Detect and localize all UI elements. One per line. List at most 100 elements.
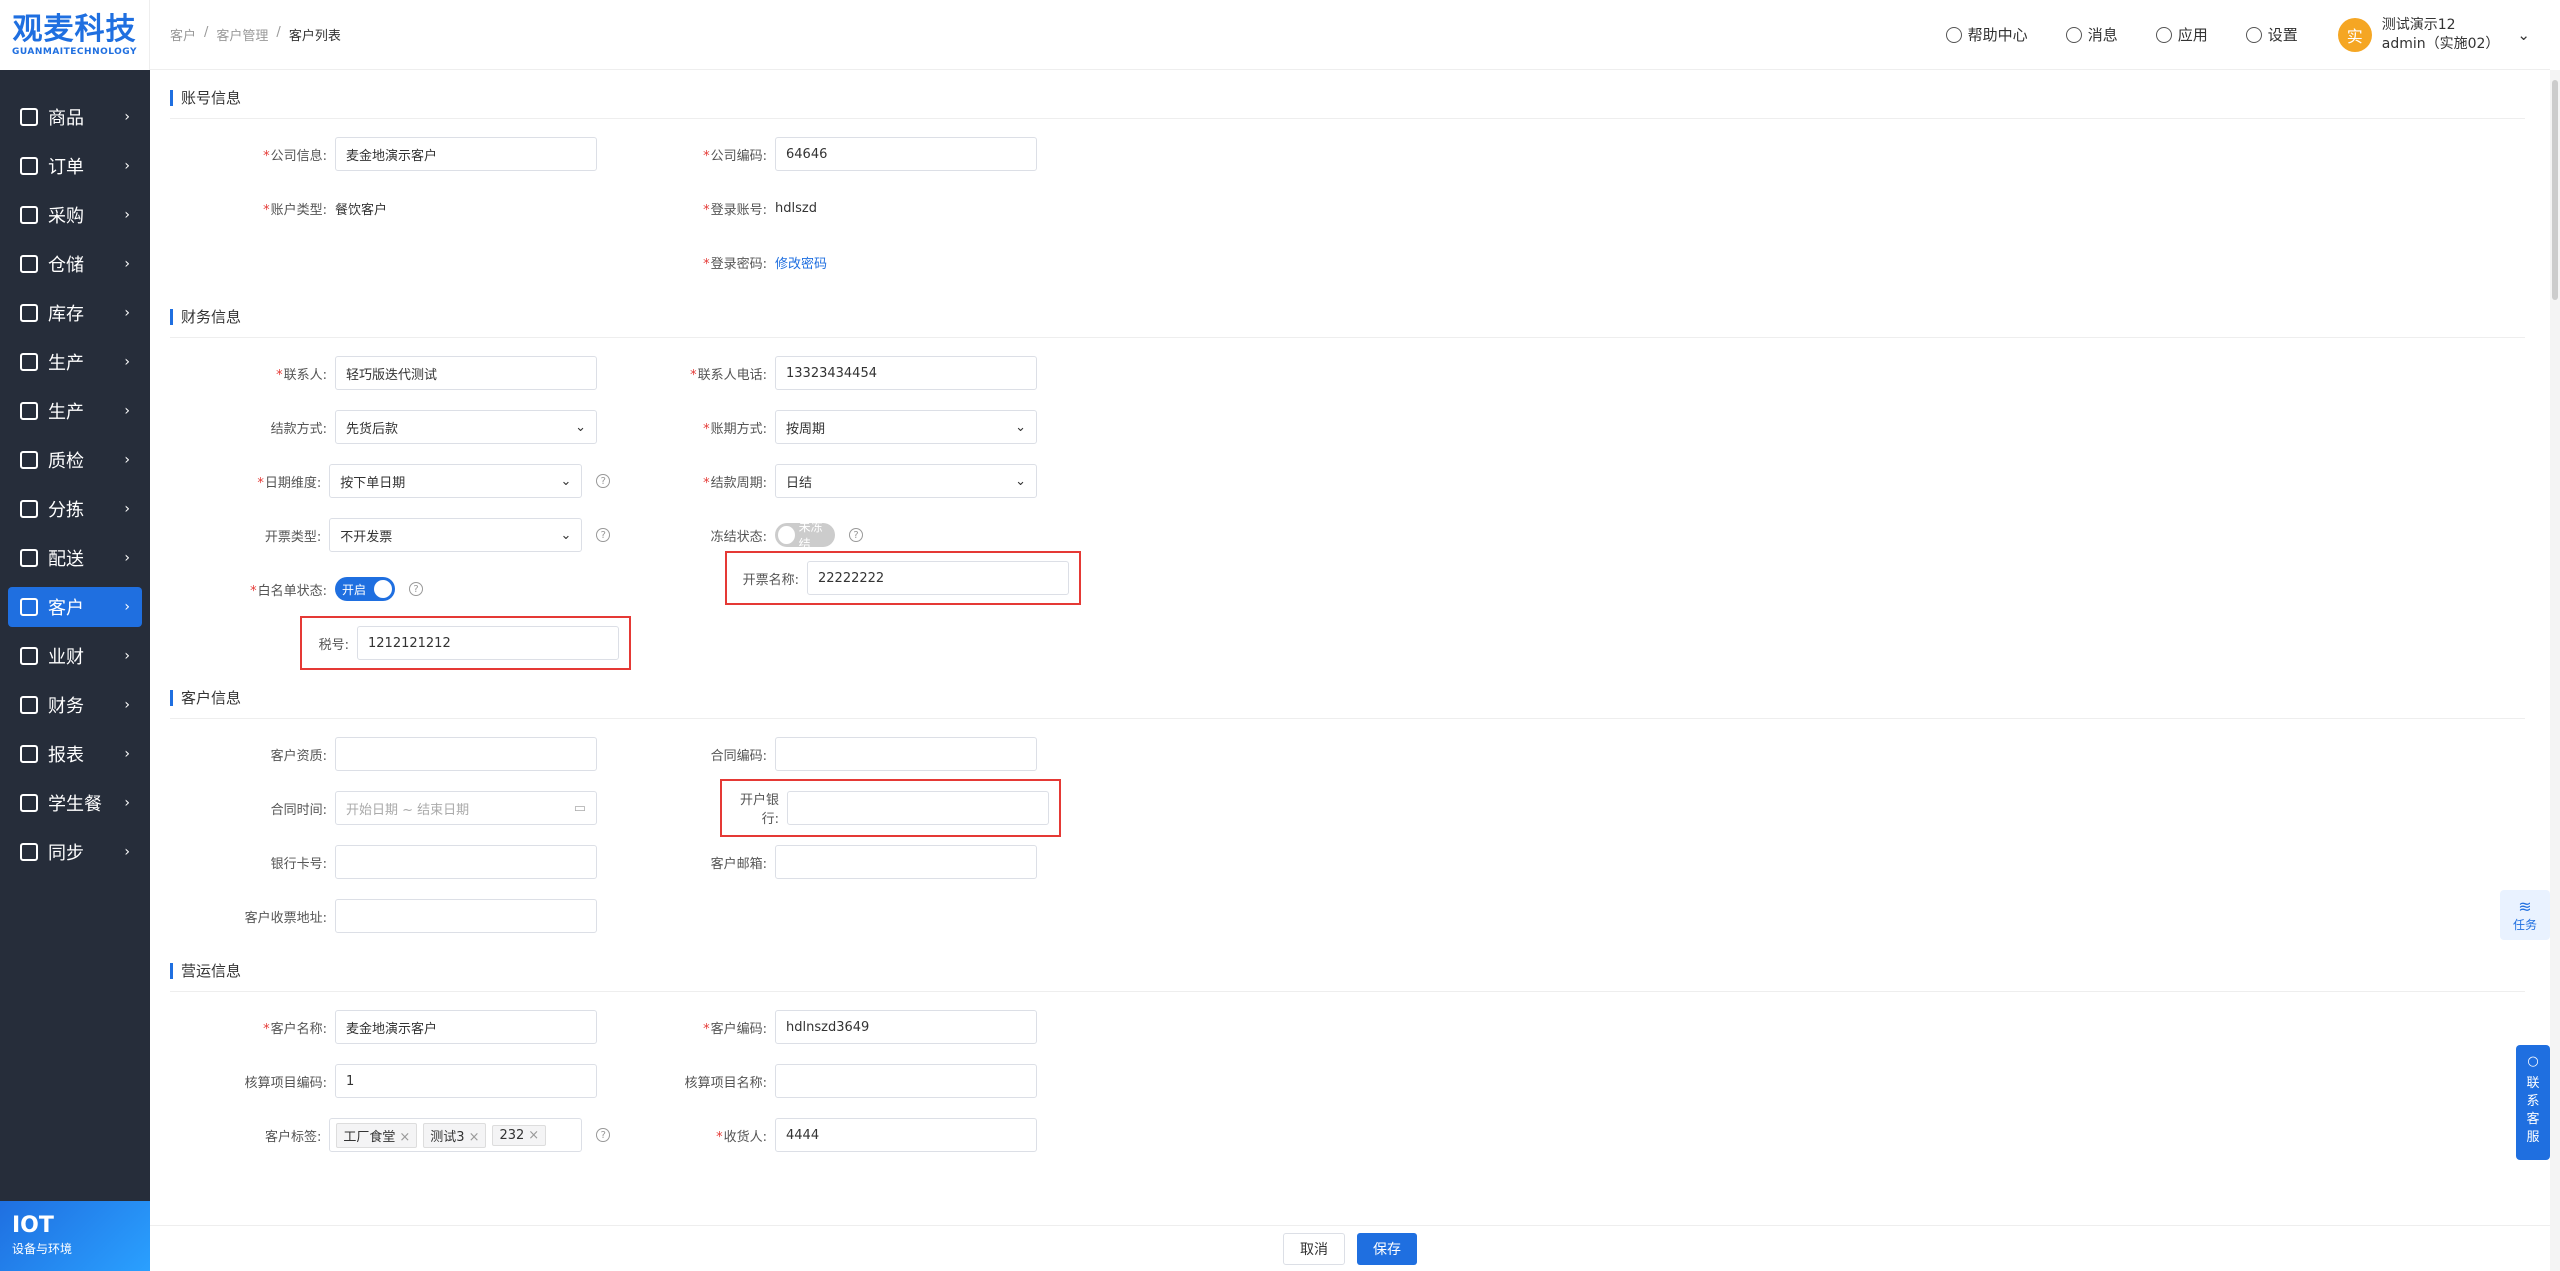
messages-button[interactable]: 消息	[2065, 24, 2118, 45]
sidebar-item-delivery[interactable]: 配送 ›	[8, 538, 142, 578]
chevron-right-icon: ›	[124, 403, 130, 419]
bank-card-input[interactable]	[335, 845, 597, 879]
chart-icon	[20, 647, 38, 665]
operation-section: 营运信息 *客户名称: 麦金地演示客户 *客户编码: hdlnszd3649 核算项…	[170, 963, 2525, 1152]
email-label: 客户邮箱:	[710, 856, 767, 872]
project-name-input[interactable]	[775, 1064, 1037, 1098]
invoice-name-highlight: 开票名称: 22222222	[725, 551, 1081, 605]
company-code-input[interactable]: 64646	[775, 137, 1037, 171]
change-password-link[interactable]: 修改密码	[775, 253, 827, 272]
settings-button[interactable]: 设置	[2245, 24, 2298, 45]
account-section: 账号信息 *公司信息: 麦金地演示客户 *公司编码: 64646 *账户类型: 餐饮客…	[170, 90, 2525, 279]
company-info-label: 公司信息:	[270, 148, 327, 164]
tax-number-highlight: 税号: 1212121212	[300, 616, 631, 670]
sidebar-item-customer[interactable]: 客户 ›	[8, 587, 142, 627]
close-icon[interactable]: ×	[469, 1130, 480, 1145]
chevron-right-icon: ›	[124, 795, 130, 811]
divider	[170, 991, 2525, 992]
customer-name-input[interactable]: 麦金地演示客户	[335, 1010, 597, 1044]
breadcrumb-customer-mgmt[interactable]: 客户管理	[216, 25, 268, 44]
chevron-right-icon: ›	[124, 354, 130, 370]
freeze-status-toggle[interactable]: 未冻结	[775, 520, 835, 551]
customer-code-label: 客户编码:	[710, 1021, 767, 1037]
sidebar-item-stock[interactable]: 库存 ›	[8, 293, 142, 333]
sidebar-item-purchase[interactable]: 采购 ›	[8, 195, 142, 235]
sidebar-item-student-meal[interactable]: 学生餐 ›	[8, 783, 142, 823]
close-icon[interactable]: ×	[399, 1130, 410, 1145]
date-dimension-select[interactable]: 按下单日期 ⌄	[329, 464, 583, 498]
sync-icon	[20, 843, 38, 861]
sidebar-item-production[interactable]: 生产 ›	[8, 342, 142, 382]
apps-button[interactable]: 应用	[2155, 24, 2208, 45]
invoice-name-input[interactable]: 22222222	[807, 561, 1069, 595]
phone-input[interactable]: 13323434454	[775, 356, 1037, 390]
email-input[interactable]	[775, 845, 1037, 879]
contract-date-range-picker[interactable]: 开始日期 ~ 结束日期 ▭	[335, 791, 597, 825]
question-icon[interactable]: ?	[596, 1128, 610, 1142]
contract-code-label: 合同编码:	[710, 748, 767, 764]
contract-code-input[interactable]	[775, 737, 1037, 771]
user-info[interactable]: 测试演示12 admin（实施02）	[2382, 16, 2500, 54]
invoice-address-label: 客户收票地址:	[244, 910, 327, 926]
finance-icon	[20, 696, 38, 714]
customer-section: 客户信息 客户资质: 合同编码: 合同时间: 开始日期 ~ 结束日期 ▭ 开户银行:…	[170, 690, 2525, 933]
contact-service-button[interactable]: ○ 联 系 客 服	[2516, 1045, 2550, 1160]
login-account-value: hdlszd	[775, 200, 817, 216]
project-code-input[interactable]: 1	[335, 1064, 597, 1098]
pay-method-select[interactable]: 先货后款 ⌄	[335, 410, 597, 444]
help-center-button[interactable]: 帮助中心	[1945, 24, 2028, 45]
breadcrumb-customer[interactable]: 客户	[170, 25, 196, 44]
tax-number-label: 税号:	[318, 637, 349, 653]
customer-code-input[interactable]: hdlnszd3649	[775, 1010, 1037, 1044]
chevron-right-icon: ›	[124, 599, 130, 615]
project-code-label: 核算项目编码:	[244, 1075, 327, 1091]
sidebar-item-goods[interactable]: 商品 ›	[8, 97, 142, 137]
bank-input[interactable]	[787, 791, 1049, 825]
close-icon[interactable]: ×	[528, 1128, 539, 1143]
sidebar-item-reports[interactable]: 报表 ›	[8, 734, 142, 774]
chevron-down-icon[interactable]: ⌄	[2517, 26, 2530, 44]
sidebar-item-orders[interactable]: 订单 ›	[8, 146, 142, 186]
avatar[interactable]: 实	[2337, 17, 2372, 52]
sidebar-item-production-2[interactable]: 生产 ›	[8, 391, 142, 431]
settle-cycle-select[interactable]: 日结 ⌄	[775, 464, 1037, 498]
grid-icon	[20, 108, 38, 126]
period-method-select[interactable]: 按周期 ⌄	[775, 410, 1037, 444]
tax-number-input[interactable]: 1212121212	[357, 626, 619, 660]
sidebar-item-business-finance[interactable]: 业财 ›	[8, 636, 142, 676]
sidebar-item-sorting[interactable]: 分拣 ›	[8, 489, 142, 529]
qualification-input[interactable]	[335, 737, 597, 771]
chat-icon: ○	[2527, 1054, 2539, 1069]
question-icon[interactable]: ?	[849, 528, 863, 542]
chevron-down-icon: ⌄	[575, 419, 586, 435]
bell-icon	[2065, 26, 2082, 43]
receiver-input[interactable]: 4444	[775, 1118, 1037, 1152]
whitelist-status-toggle[interactable]: 开启	[335, 577, 395, 601]
cancel-button[interactable]: 取消	[1283, 1232, 1345, 1265]
sidebar-item-warehouse[interactable]: 仓储 ›	[8, 244, 142, 284]
invoice-type-select[interactable]: 不开发票 ⌄	[329, 518, 583, 552]
contact-input[interactable]: 轻巧版迭代测试	[335, 356, 597, 390]
task-float-button[interactable]: ≋ 任务	[2500, 890, 2550, 940]
customer-tags-select[interactable]: 工厂食堂 × 测试3 × 232 ×	[329, 1118, 583, 1152]
factory-icon	[20, 402, 38, 420]
save-button[interactable]: 保存	[1357, 1232, 1417, 1265]
phone-label: 联系人电话:	[697, 367, 767, 383]
logo-subtext: GUANMAITECHNOLOGY	[11, 47, 138, 57]
form-footer: 取消 保存	[150, 1225, 2550, 1271]
sidebar-item-qc[interactable]: 质检 ›	[8, 440, 142, 480]
breadcrumb-customer-list: 客户列表	[288, 29, 341, 44]
chevron-right-icon: ›	[124, 256, 130, 272]
invoice-address-input[interactable]	[335, 899, 597, 933]
question-icon[interactable]: ?	[596, 474, 610, 488]
scrollbar-thumb[interactable]	[2552, 80, 2558, 300]
sidebar-item-finance[interactable]: 财务 ›	[8, 685, 142, 725]
iot-banner[interactable]: IOT 设备与环境	[0, 1201, 150, 1271]
question-icon[interactable]: ?	[596, 528, 610, 542]
sidebar-item-sync[interactable]: 同步 ›	[8, 832, 142, 872]
company-info-input[interactable]: 麦金地演示客户	[335, 137, 597, 171]
section-title-account: 账号信息	[170, 90, 2525, 106]
logo[interactable]: 观麦科技 GUANMAITECHNOLOGY	[0, 0, 150, 70]
question-circle-icon	[1945, 26, 1962, 43]
question-icon[interactable]: ?	[409, 582, 423, 596]
